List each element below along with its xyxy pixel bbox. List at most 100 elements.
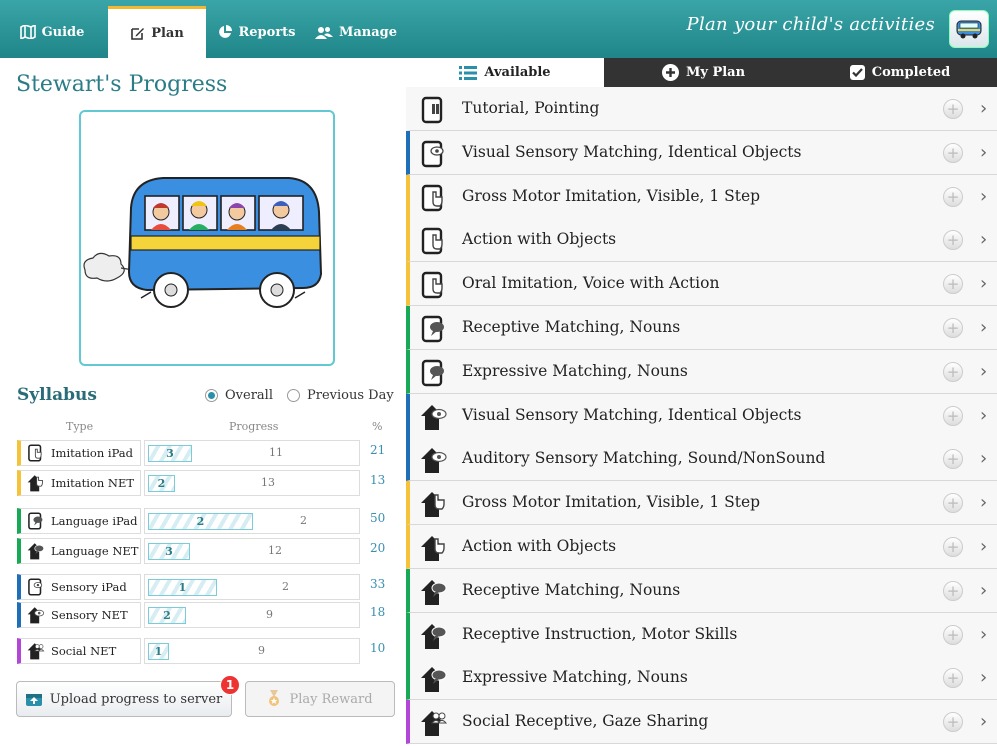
add-activity-icon[interactable]: +: [943, 449, 963, 470]
syllabus-row-name: Imitation iPad: [51, 446, 134, 460]
activity-item[interactable]: Action with Objects + ›: [406, 525, 997, 569]
activity-item[interactable]: Action with Objects + ›: [406, 218, 997, 263]
chevron-right-icon[interactable]: ›: [980, 711, 987, 732]
progress-bar: 2 13: [144, 470, 360, 496]
tab-completed[interactable]: Completed: [803, 58, 997, 87]
tablet-speech-icon: [28, 512, 43, 530]
syllabus-row-name: Sensory iPad: [51, 580, 127, 594]
activity-item[interactable]: Visual Sensory Matching, Identical Objec…: [406, 393, 997, 438]
house-hand-icon: [421, 492, 445, 518]
activity-item[interactable]: Auditory Sensory Matching, Sound/NonSoun…: [406, 437, 997, 482]
tab-available[interactable]: Available: [406, 58, 604, 87]
activity-icon-wrap: [420, 359, 448, 387]
chevron-right-icon[interactable]: ›: [980, 98, 987, 119]
activity-item[interactable]: Expressive Matching, Nouns + ›: [406, 656, 997, 701]
activity-item[interactable]: Gross Motor Imitation, Visible, 1 Step + ›: [406, 481, 997, 526]
syllabus-row-label: Imitation iPad: [17, 440, 141, 466]
tab-guide[interactable]: Guide: [0, 6, 104, 58]
chevron-right-icon[interactable]: ›: [980, 142, 987, 163]
tablet-tutorial-icon: [421, 96, 443, 124]
activity-item[interactable]: Receptive Instruction, Motor Skills + ›: [406, 612, 997, 657]
bus-button[interactable]: [949, 10, 989, 48]
syllabus-row: Imitation NET 2 13 13: [17, 470, 385, 496]
tab-manage[interactable]: Manage: [308, 6, 404, 58]
chevron-right-icon[interactable]: ›: [980, 361, 987, 382]
activity-item[interactable]: Oral Imitation, Voice with Action + ›: [406, 262, 997, 307]
add-activity-icon[interactable]: +: [943, 537, 963, 557]
chevron-right-icon[interactable]: ›: [980, 624, 987, 645]
syllabus-type-icon: [27, 474, 45, 492]
add-activity-icon[interactable]: +: [943, 668, 963, 689]
progress-percent: 10: [370, 641, 386, 655]
users-icon: [314, 26, 333, 39]
medal-icon: [269, 690, 280, 706]
activity-item[interactable]: Visual Sensory Matching, Identical Objec…: [406, 130, 997, 175]
tablet-hand-icon: [28, 444, 42, 462]
activity-item[interactable]: Expressive Matching, Nouns + ›: [406, 349, 997, 394]
activity-icon-wrap: [420, 227, 448, 255]
chevron-right-icon[interactable]: ›: [980, 667, 987, 688]
activity-name: Receptive Matching, Nouns: [462, 580, 681, 599]
activity-item[interactable]: Social Receptive, Gaze Sharing + ›: [406, 700, 997, 745]
add-activity-icon[interactable]: +: [943, 580, 963, 601]
tablet-eye-icon: [28, 578, 43, 596]
add-activity-icon[interactable]: +: [943, 361, 963, 382]
add-activity-icon[interactable]: +: [943, 186, 963, 207]
tablet-hand-icon: [421, 271, 443, 299]
add-activity-icon[interactable]: +: [943, 142, 963, 163]
chevron-right-icon[interactable]: ›: [980, 492, 987, 513]
tab-my-plan[interactable]: My Plan: [604, 58, 803, 87]
tablet-speech-icon: [421, 359, 444, 386]
chevron-right-icon[interactable]: ›: [980, 317, 987, 338]
radio-overall-dot: [205, 389, 218, 402]
add-activity-icon[interactable]: +: [943, 624, 963, 645]
add-activity-icon[interactable]: +: [943, 712, 963, 733]
chevron-right-icon[interactable]: ›: [980, 580, 987, 601]
chevron-right-icon[interactable]: ›: [980, 186, 987, 207]
radio-overall[interactable]: Overall: [205, 388, 273, 403]
chevron-right-icon[interactable]: ›: [980, 448, 987, 469]
activity-item[interactable]: Tutorial, Pointing + ›: [406, 87, 997, 131]
activity-item[interactable]: Receptive Matching, Nouns + ›: [406, 568, 997, 613]
syllabus-type-icon: [27, 642, 45, 660]
progress-bar: 22: [144, 508, 360, 534]
chevron-right-icon[interactable]: ›: [980, 229, 987, 250]
radio-previous-dot: [287, 389, 300, 402]
tab-manage-label: Manage: [338, 24, 398, 40]
progress-percent: 20: [370, 541, 386, 555]
progress-percent: 21: [370, 443, 386, 457]
tab-plan[interactable]: Plan: [108, 6, 206, 58]
tab-available-label: Available: [484, 65, 551, 80]
activity-item[interactable]: Gross Motor Imitation, Visible, 1 Step + ›: [406, 174, 997, 219]
add-activity-icon[interactable]: +: [943, 274, 963, 295]
progress-fill: 2: [148, 513, 253, 530]
chevron-right-icon[interactable]: ›: [980, 273, 987, 294]
house-people-icon: [27, 643, 45, 660]
upload-progress-label: Upload progress to server: [49, 691, 223, 707]
syllabus-row-label: Sensory NET: [17, 602, 141, 628]
add-activity-icon[interactable]: +: [943, 230, 963, 251]
activity-icon-wrap: [420, 578, 448, 606]
play-reward-button[interactable]: Play Reward: [245, 681, 395, 717]
add-activity-icon[interactable]: +: [943, 318, 963, 338]
syllabus-row-label: Language NET: [17, 538, 141, 564]
house-speech-icon: [421, 623, 447, 649]
tablet-hand-icon: [421, 228, 443, 255]
tab-guide-label: Guide: [41, 24, 85, 40]
syllabus-type-icon: [27, 606, 45, 624]
upload-progress-button[interactable]: Upload progress to server: [16, 681, 232, 717]
syllabus-row: Imitation iPad 3 11 21: [17, 440, 385, 466]
activity-item[interactable]: Receptive Matching, Nouns + ›: [406, 306, 997, 350]
house-speech-icon: [421, 667, 447, 693]
add-activity-icon[interactable]: +: [943, 493, 963, 514]
radio-previous-day[interactable]: Previous Day: [287, 388, 394, 403]
add-activity-icon[interactable]: +: [943, 99, 963, 119]
map-icon: [19, 25, 36, 39]
tab-reports[interactable]: Reports: [208, 6, 306, 58]
syllabus-row-name: Social NET: [51, 644, 117, 658]
activity-icon-wrap: [420, 184, 448, 212]
chevron-right-icon[interactable]: ›: [980, 405, 987, 426]
chevron-right-icon[interactable]: ›: [980, 536, 987, 557]
syllabus-row: Language iPad 2 2 50: [17, 508, 385, 534]
add-activity-icon[interactable]: +: [943, 405, 963, 426]
